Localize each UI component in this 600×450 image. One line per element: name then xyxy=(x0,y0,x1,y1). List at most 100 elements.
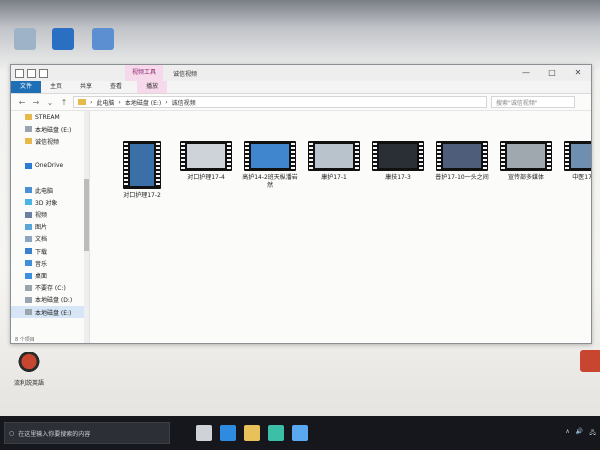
thumbnail-image xyxy=(315,144,353,168)
taskbar-search-placeholder: 在这里输入你要搜索的内容 xyxy=(18,430,91,438)
sidebar-item-label: 文档 xyxy=(35,236,48,244)
desktop-icon[interactable] xyxy=(574,350,600,374)
sidebar-item[interactable]: 图片 xyxy=(11,221,89,233)
sidebar-item[interactable]: 文档 xyxy=(11,233,89,245)
up-arrow-icon[interactable]: ↑ xyxy=(59,98,69,107)
tab-share[interactable]: 共享 xyxy=(71,81,101,93)
back-arrow-icon[interactable]: ← xyxy=(17,98,27,107)
file-item[interactable]: 对口护理17-4 xyxy=(176,141,236,182)
sidebar-item xyxy=(11,172,89,184)
thumbnail-image xyxy=(130,144,154,186)
sidebar-item[interactable]: OneDrive xyxy=(11,160,89,172)
shortcut-icon xyxy=(580,350,600,372)
thumbnail-image xyxy=(379,144,417,168)
task-view-icon[interactable] xyxy=(196,425,212,441)
close-button[interactable]: ✕ xyxy=(565,65,591,81)
ribbon-tabs: 文件 主页 共享 查看 播放 xyxy=(11,81,591,94)
sidebar-item[interactable]: STREAM xyxy=(11,111,89,123)
network-icon[interactable]: 🖧 xyxy=(589,428,596,438)
computer-icon xyxy=(25,187,32,194)
recycle-bin-icon xyxy=(14,28,36,50)
sidebar-item[interactable]: 诚信视频 xyxy=(11,135,89,147)
file-item[interactable]: 高护14-2班天枞潘岩然 xyxy=(240,141,300,190)
drive-icon xyxy=(25,309,32,316)
tab-view[interactable]: 查看 xyxy=(101,81,131,93)
sidebar-scrollbar[interactable] xyxy=(84,111,89,343)
forward-arrow-icon[interactable]: → xyxy=(31,98,41,107)
context-tab-video-tools[interactable]: 视频工具 xyxy=(125,65,164,81)
sidebar-item[interactable]: 桌面 xyxy=(11,269,89,281)
search-box[interactable]: 搜索"诚信视频" xyxy=(491,96,575,108)
item-count: 8 个项目 xyxy=(15,337,35,343)
file-item[interactable]: 康护17-1 xyxy=(304,141,364,182)
sidebar-item-label: 本地磁盘 (D:) xyxy=(35,297,73,305)
breadcrumb-this-pc[interactable]: 此电脑 xyxy=(96,98,114,107)
thumbnail-image xyxy=(443,144,481,168)
desktop-icon[interactable] xyxy=(46,28,80,52)
folder-icon xyxy=(25,114,32,121)
sidebar-item[interactable]: 此电脑 xyxy=(11,184,89,196)
sidebar-item-label: 本地磁盘 (E:) xyxy=(35,309,72,317)
drive-icon xyxy=(25,126,32,133)
desktop-shortcut[interactable]: 流利説英語 xyxy=(6,352,52,387)
file-name: 对口护理17-2 xyxy=(123,192,161,199)
tray-chevron-icon[interactable]: ∧ xyxy=(565,428,569,438)
sidebar-item-label: 3D 对象 xyxy=(35,199,58,207)
document-icon xyxy=(25,235,32,242)
video-file-icon xyxy=(564,141,591,171)
breadcrumb-drive-e[interactable]: 本地磁盘 (E:) xyxy=(125,98,161,107)
address-bar[interactable]: › 此电脑 › 本地磁盘 (E:) › 诚信视频 xyxy=(73,96,487,108)
music-icon xyxy=(25,260,32,267)
sidebar-item[interactable]: 3D 对象 xyxy=(11,196,89,208)
sidebar-item-label: 诚信视频 xyxy=(35,138,60,146)
sidebar-item[interactable]: 本地磁盘 (E:) xyxy=(11,306,89,319)
file-item[interactable]: 康技17-3 xyxy=(368,141,428,182)
thumbnail-image xyxy=(571,144,591,168)
file-name: 高护14-2班天枞潘岩然 xyxy=(242,174,298,189)
maximize-button[interactable]: □ xyxy=(539,65,565,81)
scroll-thumb[interactable] xyxy=(84,179,89,251)
properties-icon[interactable] xyxy=(27,68,36,78)
sidebar-item[interactable]: 下载 xyxy=(11,245,89,257)
volume-icon[interactable]: 🔊 xyxy=(576,428,583,438)
minimize-button[interactable]: — xyxy=(513,65,539,81)
drive-icon xyxy=(25,296,32,303)
cube-icon xyxy=(25,199,32,206)
tab-file[interactable]: 文件 xyxy=(11,81,42,93)
browser-icon[interactable] xyxy=(268,425,284,441)
file-item[interactable]: 普护17-10一头之间 xyxy=(432,141,492,182)
media-app-icon[interactable] xyxy=(292,425,308,441)
tab-play[interactable]: 播放 xyxy=(137,81,168,93)
file-name: 康技17-3 xyxy=(385,174,411,181)
sidebar-item-label: 此电脑 xyxy=(35,187,54,195)
recent-chevron-icon[interactable]: ⌄ xyxy=(45,98,55,107)
taskbar-search[interactable]: ○ 在这里输入你要搜索的内容 xyxy=(4,422,170,444)
video-icon xyxy=(25,211,32,218)
window-title: 诚信视频 xyxy=(173,70,198,78)
sidebar-item[interactable]: 不要存 (C:) xyxy=(11,282,89,294)
navigation-pane: STREAM 本地磁盘 (E:) 诚信视频 OneDrive 此电脑 3D 对象视频 图片文… xyxy=(11,111,90,343)
video-file-icon xyxy=(500,141,552,171)
file-item[interactable]: 宣传部多媒体 xyxy=(496,141,556,182)
file-explorer-icon[interactable] xyxy=(244,425,260,441)
save-icon[interactable] xyxy=(15,68,24,78)
system-tray: ∧ 🔊 🖧 xyxy=(565,428,596,438)
sidebar-item-label: 本地磁盘 (E:) xyxy=(35,126,72,134)
file-item[interactable]: 中医17-1、2 xyxy=(560,141,591,182)
video-file-icon xyxy=(436,141,488,171)
sidebar-item[interactable]: 本地磁盘 (E:) xyxy=(11,123,89,135)
desktop-icon[interactable] xyxy=(86,28,120,52)
sidebar-item[interactable]: 音乐 xyxy=(11,257,89,269)
tab-home[interactable]: 主页 xyxy=(41,81,71,93)
sidebar-item[interactable]: 视频 xyxy=(11,209,89,221)
thumbnail-image xyxy=(251,144,289,168)
edge-icon[interactable] xyxy=(220,425,236,441)
file-item[interactable]: 对口护理17-2 xyxy=(112,141,172,200)
control-panel-icon xyxy=(92,28,114,50)
window-controls: — □ ✕ xyxy=(513,65,591,81)
desktop-icon[interactable] xyxy=(8,28,42,52)
sidebar-item[interactable]: 本地磁盘 (D:) xyxy=(11,294,89,306)
breadcrumb-folder[interactable]: 诚信视频 xyxy=(172,98,196,107)
new-folder-icon[interactable] xyxy=(39,68,48,78)
